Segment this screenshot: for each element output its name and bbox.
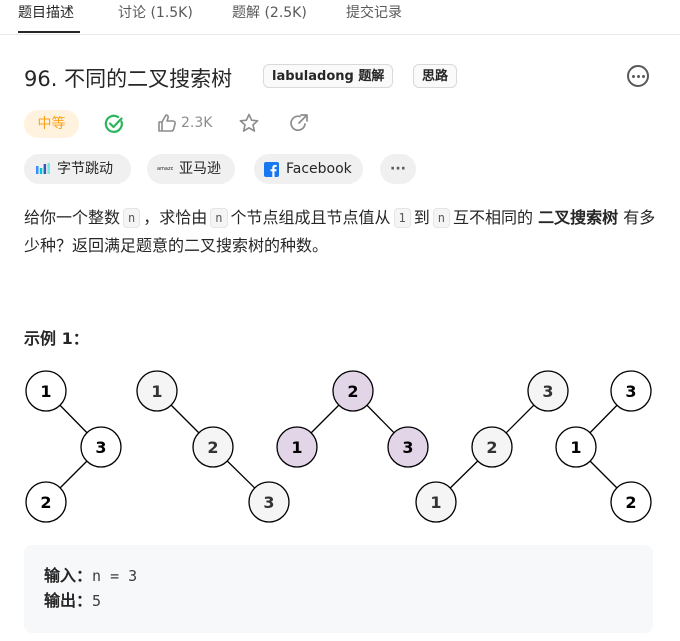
node-label: 2 xyxy=(625,493,636,512)
node-label: 2 xyxy=(40,493,51,512)
bst-examples-diagram: 1 3 2 1 2 3 2 1 3 3 2 1 3 1 2 xyxy=(25,370,652,523)
inline-code: n xyxy=(123,208,141,228)
input-label: 输入： xyxy=(44,566,93,585)
tab-discussion[interactable]: 讨论 (1.5K) xyxy=(118,4,193,22)
bst-tree-3: 2 1 3 xyxy=(276,370,429,468)
tag-approach[interactable]: 思路 xyxy=(413,64,458,88)
node-label: 3 xyxy=(542,382,553,401)
node-label: 1 xyxy=(430,493,441,512)
example-output: 输出：5 xyxy=(44,589,101,613)
svg-text:amazon: amazon xyxy=(157,166,173,172)
node-label: 1 xyxy=(40,382,51,401)
bytedance-icon xyxy=(36,163,50,174)
desc-text: ，求恰由 xyxy=(143,208,208,227)
tag-labuladong[interactable]: labuladong 题解 xyxy=(263,64,394,88)
example-input: 输入：n = 3 xyxy=(44,564,137,588)
node-label: 3 xyxy=(625,382,636,401)
facebook-icon xyxy=(264,162,279,177)
company-name: Facebook xyxy=(286,161,352,177)
desc-bold: 二叉搜索树 xyxy=(538,208,619,227)
star-icon[interactable] xyxy=(238,112,260,134)
amazon-icon: amazon xyxy=(157,166,173,172)
example-title: 示例 1： xyxy=(24,329,89,348)
input-value: n = 3 xyxy=(92,567,138,585)
problem-description: 给你一个整数 n ，求恰由 n 个节点组成且节点值从 1 到 n 互不相同的 二叉搜索树 有多少… xyxy=(24,204,656,260)
difficulty-badge: 中等 xyxy=(24,110,79,138)
inline-code: n xyxy=(210,208,228,228)
thumbs-up-icon[interactable] xyxy=(156,112,178,134)
more-companies-button[interactable]: ··· xyxy=(380,154,416,184)
problem-title: 96. 不同的二叉搜索树 xyxy=(24,67,233,91)
output-label: 输出： xyxy=(44,591,93,610)
likes-count: 2.3K xyxy=(181,115,213,131)
company-chip-facebook[interactable]: Facebook xyxy=(254,154,363,184)
bst-tree-4: 3 2 1 xyxy=(415,370,569,523)
output-value: 5 xyxy=(92,592,102,610)
inline-code: n xyxy=(432,208,450,228)
bst-tree-5: 3 1 2 xyxy=(555,370,652,523)
active-tab-indicator xyxy=(18,31,80,33)
bst-tree-2: 1 2 3 xyxy=(136,370,290,523)
company-chip-amazon[interactable]: amazon 亚马逊 xyxy=(147,154,235,184)
node-label: 2 xyxy=(347,382,358,401)
node-label: 3 xyxy=(95,438,106,457)
node-label: 1 xyxy=(151,382,162,401)
desc-text: 互不相同的 xyxy=(453,208,534,227)
tab-submissions[interactable]: 提交记录 xyxy=(346,4,402,22)
node-label: 2 xyxy=(486,438,497,457)
node-label: 1 xyxy=(291,438,302,457)
tab-solutions[interactable]: 题解 (2.5K) xyxy=(232,4,307,22)
example-io-box: 输入：n = 3 输出：5 xyxy=(24,545,653,633)
node-label: 3 xyxy=(402,438,413,457)
desc-text: 个节点组成且节点值从 xyxy=(230,208,391,227)
share-icon[interactable] xyxy=(288,112,310,134)
check-circle-icon xyxy=(104,114,123,133)
tab-bar: 题目描述 讨论 (1.5K) 题解 (2.5K) 提交记录 xyxy=(0,0,680,35)
node-label: 2 xyxy=(207,438,218,457)
desc-text: 到 xyxy=(413,208,430,227)
more-icon[interactable] xyxy=(627,65,649,87)
company-name: 亚马逊 xyxy=(179,161,221,177)
tab-description[interactable]: 题目描述 xyxy=(18,4,74,22)
bst-tree-1: 1 3 2 xyxy=(25,370,122,523)
node-label: 3 xyxy=(263,493,274,512)
desc-text: 给你一个整数 xyxy=(24,208,121,227)
company-name: 字节跳动 xyxy=(57,161,113,177)
company-chip-bytedance[interactable]: 字节跳动 xyxy=(24,154,131,184)
inline-code: 1 xyxy=(393,208,411,228)
node-label: 1 xyxy=(570,438,581,457)
